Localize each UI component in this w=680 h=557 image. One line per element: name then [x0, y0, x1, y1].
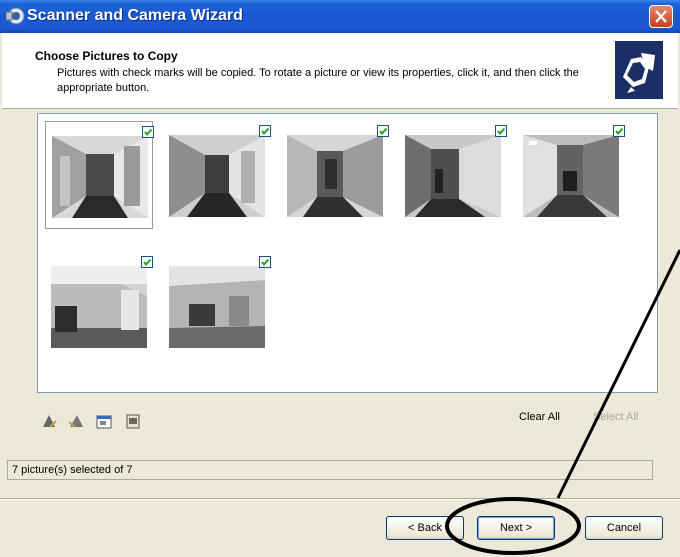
thumbnail-2-checkbox[interactable]: [259, 125, 271, 137]
close-icon: [655, 10, 667, 23]
thumbnail-6-checkbox[interactable]: [141, 256, 153, 268]
thumbnail-2[interactable]: [163, 121, 271, 229]
selection-status: 7 picture(s) selected of 7: [7, 460, 653, 480]
select-all-button[interactable]: Select All: [593, 411, 638, 423]
wizard-header-icon: [615, 41, 663, 99]
hallway-photo-4: [405, 135, 501, 217]
thumbnail-3-checkbox[interactable]: [377, 125, 389, 137]
cancel-button[interactable]: Cancel: [585, 516, 663, 540]
thumbnail-1[interactable]: [45, 121, 154, 229]
thumbnail-7[interactable]: [163, 252, 271, 360]
thumbnail-7-checkbox[interactable]: [259, 256, 271, 268]
button-separator: [0, 498, 680, 500]
room-photo-6: [51, 266, 147, 348]
checkmark-icon: [261, 258, 270, 267]
next-button[interactable]: Next >: [477, 516, 555, 540]
wizard-header: Choose Pictures to Copy Pictures with ch…: [2, 33, 678, 109]
wizard-window: Scanner and Camera Wizard Choose Picture…: [0, 0, 680, 557]
back-button[interactable]: < Back: [386, 516, 464, 540]
thumbnail-4-checkbox[interactable]: [495, 125, 507, 137]
rotate-left-icon[interactable]: [67, 412, 85, 430]
page-title: Choose Pictures to Copy: [35, 49, 178, 63]
hallway-photo-1: [52, 136, 148, 218]
view-icon[interactable]: [124, 412, 142, 430]
thumbnail-1-checkbox[interactable]: [142, 126, 154, 138]
clear-all-button[interactable]: Clear All: [519, 411, 560, 423]
room-photo-7: [169, 266, 265, 348]
hallway-photo-2: [169, 135, 265, 217]
thumbnail-5-checkbox[interactable]: [613, 125, 625, 137]
checkmark-icon: [497, 127, 506, 136]
hallway-photo-3: [287, 135, 383, 217]
checkmark-icon: [144, 128, 153, 137]
close-button[interactable]: [649, 5, 673, 28]
scanner-camera-icon: [5, 7, 25, 25]
properties-icon[interactable]: [95, 412, 113, 430]
checkmark-icon: [615, 127, 624, 136]
rotate-right-icon[interactable]: [41, 412, 59, 430]
window-title: Scanner and Camera Wizard: [27, 7, 243, 24]
checkmark-icon: [143, 258, 152, 267]
page-description: Pictures with check marks will be copied…: [57, 67, 579, 94]
thumbnail-3[interactable]: [281, 121, 389, 229]
hallway-photo-5: [523, 135, 619, 217]
thumbnail-pane[interactable]: [37, 113, 658, 393]
thumbnail-4[interactable]: [399, 121, 507, 229]
thumbnail-6[interactable]: [45, 252, 153, 360]
title-bar[interactable]: Scanner and Camera Wizard: [0, 0, 680, 33]
checkmark-icon: [379, 127, 388, 136]
thumbnail-5[interactable]: [517, 121, 625, 229]
checkmark-icon: [261, 127, 270, 136]
